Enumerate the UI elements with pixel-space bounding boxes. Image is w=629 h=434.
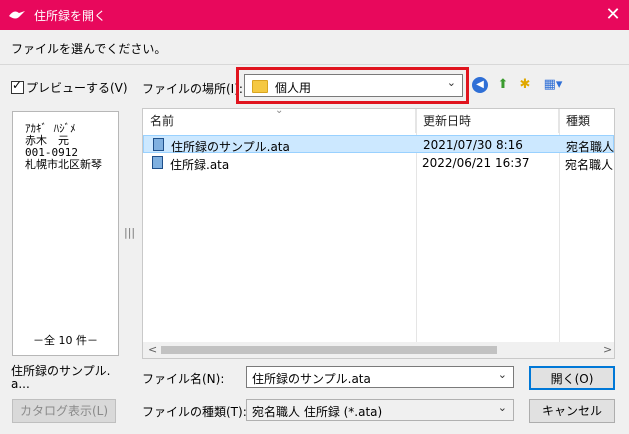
filetype-select[interactable]: 宛名職人 住所録 (*.ata) ⌄	[246, 399, 514, 421]
divider	[0, 64, 629, 65]
view-menu-icon[interactable]: ▦▾	[540, 76, 566, 94]
location-label: ファイルの場所(I):	[142, 82, 243, 96]
close-icon: ✕	[605, 4, 621, 25]
cancel-button[interactable]: キャンセル	[529, 399, 615, 423]
file-icon	[153, 138, 164, 151]
filename-input[interactable]: 住所録のサンプル.ata ⌄	[246, 366, 514, 388]
file-name: 住所録.ata	[170, 158, 230, 172]
title-bar: 住所録を開く ✕	[0, 0, 629, 30]
column-header-date[interactable]: 更新日時	[416, 109, 559, 133]
scroll-left-icon[interactable]: <	[148, 343, 157, 356]
splitter-handle[interactable]: |||	[124, 226, 135, 239]
file-type: 宛名職人	[565, 158, 613, 172]
file-name: 住所録のサンプル.ata	[171, 140, 290, 154]
preview-pane: ｱｶｷﾞ ﾊｼﾞﾒ 赤木 元 001-0912 札幌市北区新琴 －全 10 件－	[12, 111, 119, 356]
file-row[interactable]: 住所録のサンプル.ata 2021/07/30 8:16 宛名職人	[143, 135, 614, 154]
preview-filename-line2: a...	[11, 377, 30, 391]
preview-checkbox-label[interactable]: プレビューする(V)	[26, 79, 128, 96]
file-date: 2021/07/30 8:16	[423, 138, 523, 152]
location-dropdown[interactable]: 個人用 ⌄	[244, 74, 463, 97]
close-button[interactable]: ✕	[598, 2, 628, 28]
chevron-down-icon: ⌄	[497, 368, 507, 381]
location-value: 個人用	[275, 81, 312, 95]
filename-value: 住所録のサンプル.ata	[252, 372, 371, 386]
filetype-label: ファイルの種類(T):	[142, 405, 247, 419]
file-icon	[152, 156, 163, 169]
file-list[interactable]: ⌄ 名前 更新日時 種類 住所録のサンプル.ata 2021/07/30 8:1…	[142, 108, 615, 359]
catalog-view-button[interactable]: カタログ表示(L)	[12, 399, 116, 423]
scroll-right-icon[interactable]: >	[603, 343, 612, 356]
horizontal-scrollbar[interactable]: < >	[143, 342, 614, 358]
open-button[interactable]: 開く(O)	[529, 366, 615, 390]
column-header-type[interactable]: 種類	[559, 109, 614, 133]
up-folder-icon[interactable]: ⬆	[494, 76, 512, 94]
preview-filename: 住所録のサンプル. a...	[11, 365, 121, 391]
folder-icon	[252, 80, 268, 93]
file-type: 宛名職人	[566, 140, 614, 154]
column-header-name[interactable]: 名前	[143, 109, 416, 133]
app-icon	[9, 11, 25, 19]
window-title: 住所録を開く	[34, 9, 107, 23]
scrollbar-thumb[interactable]	[161, 346, 497, 354]
checkmark-icon: ✓	[12, 78, 23, 92]
file-row[interactable]: 住所録.ata 2022/06/21 16:37 宛名職人	[143, 154, 614, 172]
instruction-text: ファイルを選んでください。	[11, 42, 167, 56]
new-folder-icon[interactable]: ✱	[516, 76, 534, 94]
file-date: 2022/06/21 16:37	[422, 156, 530, 170]
chevron-down-icon: ⌄	[497, 401, 507, 414]
chevron-down-icon: ⌄	[446, 76, 456, 89]
preview-address: 札幌市北区新琴	[25, 158, 102, 171]
filename-label: ファイル名(N):	[142, 372, 225, 386]
back-icon[interactable]: ◀	[472, 77, 488, 93]
filetype-value: 宛名職人 住所録 (*.ata)	[252, 405, 383, 419]
preview-count: －全 10 件－	[33, 334, 98, 347]
